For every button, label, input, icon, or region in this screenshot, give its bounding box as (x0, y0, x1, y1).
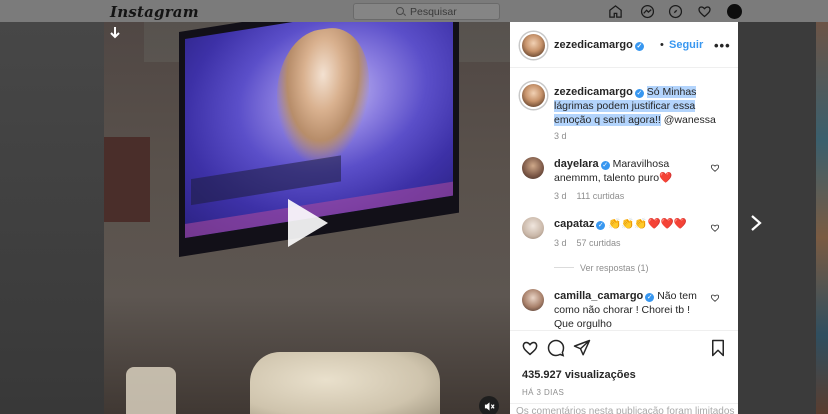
speaker-muted-icon (484, 402, 495, 411)
comment-like-heart-icon[interactable] (710, 293, 720, 303)
singer-image (277, 22, 369, 167)
post-date[interactable]: HÁ 3 DIAS (522, 388, 564, 397)
comment-likes[interactable]: 111 curtidas (577, 191, 625, 201)
author-username-text[interactable]: zezedicamargo (554, 39, 633, 51)
mute-button[interactable] (479, 396, 499, 414)
search-placeholder: Pesquisar (410, 6, 457, 18)
follow-button[interactable]: Seguir (669, 39, 703, 51)
save-bookmark-icon[interactable] (709, 339, 727, 357)
home-icon[interactable] (608, 4, 623, 19)
comment-text: 👏👏👏❤️❤️❤️ (608, 218, 687, 230)
comment-meta: 3 d 111 curtidas (554, 191, 634, 201)
replies-divider (554, 267, 574, 268)
comment-item: capataz ✓ 👏👏👏❤️❤️❤️ (554, 217, 704, 231)
comment-avatar[interactable] (522, 217, 544, 239)
more-options-icon[interactable]: ••• (714, 38, 731, 53)
caption-mention[interactable]: @wanessa (664, 114, 716, 126)
next-post-arrow-icon[interactable] (750, 214, 762, 232)
header-separator: • (660, 39, 664, 51)
post-caption: zezedicamargo ✓ Só Minhas lágrimas podem … (554, 85, 734, 127)
comment-meta: 3 d 57 curtidas (554, 238, 631, 248)
page-background (0, 22, 104, 414)
video-sofa (250, 352, 440, 414)
comment-time[interactable]: 3 d (554, 191, 567, 201)
comment-avatar[interactable] (522, 289, 544, 311)
view-replies-button[interactable]: Ver respostas (1) (554, 263, 649, 273)
tv-ticker (191, 155, 341, 206)
verified-badge-icon: ✓ (596, 221, 606, 230)
profile-avatar[interactable] (727, 4, 742, 19)
top-navigation-bar: Instagram Pesquisar (0, 0, 828, 22)
author-username[interactable]: zezedicamargo ✓ (554, 39, 644, 51)
background-feed-image (816, 22, 828, 414)
post-video[interactable] (104, 22, 510, 414)
comment-item: camilla_camargo ✓ Não tem como não chorar… (554, 289, 704, 331)
view-count[interactable]: 435.927 visualizações (522, 369, 636, 381)
comments-limited-notice: Os comentários nesta publicação foram li… (510, 403, 738, 414)
comment-username[interactable]: camilla_camargo (554, 290, 643, 302)
comment-likes[interactable]: 57 curtidas (577, 238, 621, 248)
download-icon[interactable] (110, 26, 120, 40)
comment-like-heart-icon[interactable] (710, 223, 720, 233)
comment-username[interactable]: capataz (554, 218, 594, 230)
like-heart-icon[interactable] (521, 339, 539, 357)
comment-time[interactable]: 3 d (554, 238, 567, 248)
caption-username[interactable]: zezedicamargo (554, 86, 633, 98)
verified-badge-icon: ✓ (634, 89, 644, 98)
comment-item: dayelara ✓ Maravilhosa anemmm, talento pu… (554, 157, 704, 185)
comment-username[interactable]: dayelara (554, 158, 599, 170)
play-icon[interactable] (288, 199, 328, 247)
post-actions: 435.927 visualizações HÁ 3 DIAS Os comen… (510, 330, 738, 414)
instagram-logo[interactable]: Instagram (110, 3, 199, 21)
caption-time[interactable]: 3 d (554, 131, 567, 141)
comment-like-heart-icon[interactable] (710, 163, 720, 173)
verified-badge-icon: ✓ (645, 293, 655, 302)
explore-icon[interactable] (668, 4, 683, 19)
search-icon (396, 7, 404, 15)
post-side-panel: zezedicamargo ✓ • Seguir ••• zezedicamarg… (510, 22, 738, 414)
post-header: zezedicamargo ✓ • Seguir ••• (510, 22, 738, 68)
messenger-icon[interactable] (640, 4, 655, 19)
video-wall (104, 137, 150, 222)
share-send-icon[interactable] (573, 339, 591, 357)
view-replies-label[interactable]: Ver respostas (1) (580, 263, 649, 273)
author-avatar[interactable] (520, 32, 547, 59)
comment-bubble-icon[interactable] (547, 339, 565, 357)
search-input[interactable]: Pesquisar (353, 3, 500, 20)
video-pillow (126, 367, 176, 414)
verified-badge-icon: ✓ (634, 42, 644, 51)
heart-icon[interactable] (697, 4, 712, 19)
verified-badge-icon: ✓ (600, 161, 610, 170)
comment-avatar[interactable] (522, 157, 544, 179)
caption-author-avatar[interactable] (520, 82, 547, 109)
